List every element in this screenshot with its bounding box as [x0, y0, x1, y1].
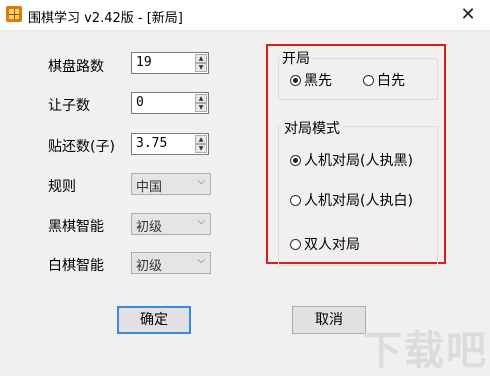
komi-spinner[interactable]: 3.75 ▲ ▼	[131, 133, 209, 155]
handicap-value[interactable]: 0	[136, 95, 144, 110]
radio-white-first[interactable]: 白先	[363, 70, 405, 90]
radio-black-first[interactable]: 黑先	[290, 70, 332, 90]
white-ai-value: 初级	[136, 259, 163, 274]
black-ai-value: 初级	[136, 220, 163, 235]
radio-human-white[interactable]: 人机对局(人执白)	[290, 190, 413, 210]
rules-select[interactable]: 中国 ⌵	[131, 173, 211, 195]
chevron-down-icon: ⌵	[197, 255, 205, 266]
radio-human-black[interactable]: 人机对局(人执黑)	[290, 150, 413, 170]
rules-value: 中国	[136, 180, 163, 195]
radio-unchecked-icon[interactable]	[290, 238, 301, 250]
radio-white-first-label: 白先	[377, 73, 405, 89]
board-size-value[interactable]: 19	[136, 55, 152, 70]
spinner-down-icon[interactable]: ▼	[195, 63, 207, 72]
chevron-down-icon: ⌵	[197, 176, 205, 187]
opening-group-title: 开局	[280, 48, 312, 68]
radio-human-white-label: 人机对局(人执白)	[304, 193, 413, 209]
radio-checked-icon[interactable]	[290, 154, 301, 166]
window-title: 围棋学习 v2.42版 - [新局]	[28, 11, 183, 26]
radio-human-black-label: 人机对局(人执黑)	[304, 153, 413, 169]
handicap-spinner[interactable]: 0 ▲ ▼	[131, 92, 209, 114]
watermark-logo: 下载吧	[362, 328, 488, 374]
spinner-down-icon[interactable]: ▼	[195, 144, 207, 153]
black-ai-select[interactable]: 初级 ⌵	[131, 213, 211, 235]
radio-unchecked-icon[interactable]	[290, 194, 301, 206]
ok-button[interactable]: 确定	[117, 306, 191, 334]
radio-checked-icon[interactable]	[290, 74, 301, 86]
radio-black-first-label: 黑先	[304, 73, 332, 89]
spinner-up-icon[interactable]: ▲	[195, 54, 207, 63]
spinner-up-icon[interactable]: ▲	[195, 135, 207, 144]
mode-group-title: 对局模式	[282, 118, 342, 138]
board-size-spinner[interactable]: 19 ▲ ▼	[131, 52, 209, 74]
spinner-up-icon[interactable]: ▲	[195, 94, 207, 103]
komi-label: 贴还数(子)	[48, 139, 115, 155]
board-size-label: 棋盘路数	[48, 59, 104, 75]
go-board-app-icon	[6, 6, 22, 22]
cancel-button[interactable]: 取消	[292, 306, 366, 334]
chevron-down-icon: ⌵	[197, 216, 205, 227]
handicap-label: 让子数	[48, 98, 90, 114]
spinner-down-icon[interactable]: ▼	[195, 103, 207, 112]
white-ai-label: 白棋智能	[48, 258, 104, 274]
radio-unchecked-icon[interactable]	[363, 74, 374, 86]
radio-two-player-label: 双人对局	[304, 237, 360, 253]
rules-label: 规则	[48, 179, 76, 195]
white-ai-select[interactable]: 初级 ⌵	[131, 252, 211, 274]
close-button[interactable]: ✕	[446, 0, 490, 30]
komi-value[interactable]: 3.75	[136, 136, 167, 151]
radio-two-player[interactable]: 双人对局	[290, 234, 360, 254]
title-bar: 围棋学习 v2.42版 - [新局] ✕	[0, 0, 490, 31]
black-ai-label: 黑棋智能	[48, 219, 104, 235]
